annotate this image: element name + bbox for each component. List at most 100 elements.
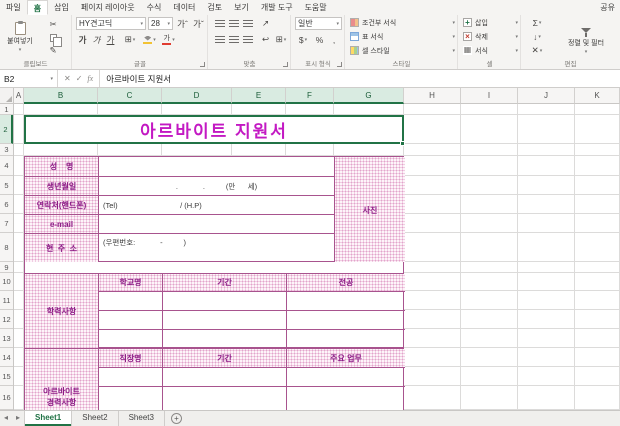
column-header-J[interactable]: J (518, 88, 575, 104)
career-row-cell[interactable] (287, 368, 405, 387)
row-header-14[interactable]: 14 (0, 348, 13, 367)
photo-cell[interactable]: 사진 (335, 157, 405, 263)
tab-help[interactable]: 도움말 (299, 0, 333, 15)
enter-icon[interactable]: ✓ (76, 74, 83, 83)
workplace-header-cell[interactable]: 직장명 (99, 349, 163, 368)
align-left-button[interactable] (213, 33, 226, 46)
wrap-text-button[interactable]: ↩ (259, 33, 272, 46)
italic-button[interactable]: 가 (90, 33, 103, 46)
merge-center-button[interactable]: ⊞ ▾ (273, 33, 289, 46)
name-label-cell[interactable]: 성 명 (25, 157, 99, 177)
conditional-formatting-button[interactable]: 조건부 서식 ▾ (346, 16, 458, 29)
column-header-K[interactable]: K (575, 88, 620, 104)
column-header-C[interactable]: C (98, 88, 162, 104)
education-row-cell[interactable] (163, 311, 287, 330)
row-header-1[interactable]: 1 (0, 104, 13, 115)
comma-format-button[interactable]: , (328, 33, 340, 46)
name-value-cell[interactable] (99, 157, 335, 177)
row-header-8[interactable]: 8 (0, 233, 13, 262)
education-row-cell[interactable] (287, 292, 405, 311)
career-row-cell[interactable] (163, 387, 287, 410)
align-middle-button[interactable] (227, 17, 240, 30)
row-header-3[interactable]: 3 (0, 144, 13, 156)
tab-file[interactable]: 파일 (0, 0, 27, 15)
fx-icon[interactable]: fx (87, 74, 93, 83)
column-header-F[interactable]: F (286, 88, 334, 104)
grow-font-button[interactable]: 가ˆ (175, 17, 190, 30)
column-header-A[interactable]: A (14, 88, 24, 104)
format-painter-button[interactable]: ✎ (42, 45, 64, 56)
contact-value-cell[interactable]: (Tel) / (H.P) (99, 196, 335, 215)
tab-home[interactable]: 홈 (26, 0, 49, 15)
share-button[interactable]: 공유 (600, 0, 615, 15)
career-row-cell[interactable] (99, 368, 163, 387)
formula-input[interactable]: 아르바이트 지원서 (100, 73, 177, 85)
tab-insert[interactable]: 삽입 (48, 0, 75, 15)
name-box[interactable]: B2 ▾ (0, 70, 58, 87)
form-spacer-row[interactable] (24, 262, 404, 273)
row-header-9[interactable]: 9 (0, 262, 13, 273)
major-header-cell[interactable]: 전공 (287, 274, 405, 292)
education-row-cell[interactable] (99, 311, 163, 330)
column-header-B[interactable]: B (24, 88, 98, 104)
font-color-button[interactable]: 가 ▾ (160, 33, 177, 46)
cell-styles-button[interactable]: 셀 스타일 ▾ (346, 44, 458, 57)
sheet-tab-sheet3[interactable]: Sheet3 (119, 411, 165, 426)
copy-button[interactable] (42, 32, 64, 47)
career-row-cell[interactable] (163, 368, 287, 387)
school-name-header-cell[interactable]: 학교명 (99, 274, 163, 292)
borders-button[interactable]: ⊞ ▾ (121, 33, 139, 46)
tab-data[interactable]: 데이터 (167, 0, 201, 15)
career-label-cell[interactable]: 아르바이트 경력사항 (25, 349, 99, 410)
sheet-nav-next-button[interactable]: ▸ (12, 411, 24, 426)
education-row-cell[interactable] (287, 330, 405, 349)
number-format-combo[interactable]: 일반 ▾ (295, 17, 342, 30)
tab-view[interactable]: 보기 (228, 0, 255, 15)
add-sheet-button[interactable]: + (170, 413, 182, 424)
tab-developer[interactable]: 개발 도구 (255, 0, 299, 15)
row-header-6[interactable]: 6 (0, 195, 13, 214)
fill-color-button[interactable]: ▾ (141, 33, 158, 46)
fill-button[interactable]: ↓ ▾ (526, 30, 548, 43)
cancel-icon[interactable]: ✕ (64, 74, 71, 83)
font-size-combo[interactable]: 28 ▾ (148, 17, 173, 30)
paste-button[interactable]: 붙여넣기 ▾ (4, 17, 36, 57)
cut-button[interactable]: ✂ (42, 19, 64, 30)
sheet-tab-sheet2[interactable]: Sheet2 (72, 411, 119, 426)
font-name-combo[interactable]: HY견고딕 ▾ (76, 17, 146, 30)
currency-format-button[interactable]: $ ▾ (295, 33, 311, 46)
education-row-cell[interactable] (287, 311, 405, 330)
insert-cells-button[interactable]: + 삽입 ▾ (459, 16, 521, 29)
clear-button[interactable]: ✕ ▾ (526, 44, 548, 57)
shrink-font-button[interactable]: 가ˇ (191, 17, 206, 30)
form-title-cell[interactable]: 아르바이트 지원서 (24, 115, 404, 144)
orientation-button[interactable]: ↗ (259, 17, 272, 30)
underline-button[interactable]: 가 (104, 33, 117, 46)
education-row-cell[interactable] (99, 330, 163, 349)
row-header-12[interactable]: 12 (0, 310, 13, 329)
birthdate-label-cell[interactable]: 생년월일 (25, 177, 99, 196)
align-bottom-button[interactable] (241, 17, 254, 30)
grid-area[interactable]: 아르바이트 지원서 사진 성 명 생년월일 . . (만 세) 연락처(핸드폰)… (14, 104, 620, 410)
align-top-button[interactable] (213, 17, 226, 30)
row-header-13[interactable]: 13 (0, 329, 13, 348)
align-right-button[interactable] (241, 33, 254, 46)
row-header-11[interactable]: 11 (0, 291, 13, 310)
fill-handle[interactable] (400, 141, 405, 146)
autosum-button[interactable]: Σ ▾ (526, 16, 548, 29)
row-header-5[interactable]: 5 (0, 176, 13, 195)
column-header-G[interactable]: G (334, 88, 404, 104)
select-all-button[interactable] (0, 88, 14, 104)
column-header-I[interactable]: I (461, 88, 518, 104)
birthdate-value-cell[interactable]: . . (만 세) (99, 177, 335, 196)
delete-cells-button[interactable]: × 삭제 ▾ (459, 30, 521, 43)
email-label-cell[interactable]: e-mail (25, 215, 99, 234)
education-label-cell[interactable]: 학력사항 (25, 274, 99, 349)
education-row-cell[interactable] (163, 292, 287, 311)
row-header-15[interactable]: 15 (0, 367, 13, 386)
sheet-tab-sheet1[interactable]: Sheet1 (24, 411, 73, 426)
career-row-cell[interactable] (287, 387, 405, 410)
row-header-2[interactable]: 2 (0, 115, 13, 144)
career-row-cell[interactable] (99, 387, 163, 410)
row-header-4[interactable]: 4 (0, 156, 13, 176)
